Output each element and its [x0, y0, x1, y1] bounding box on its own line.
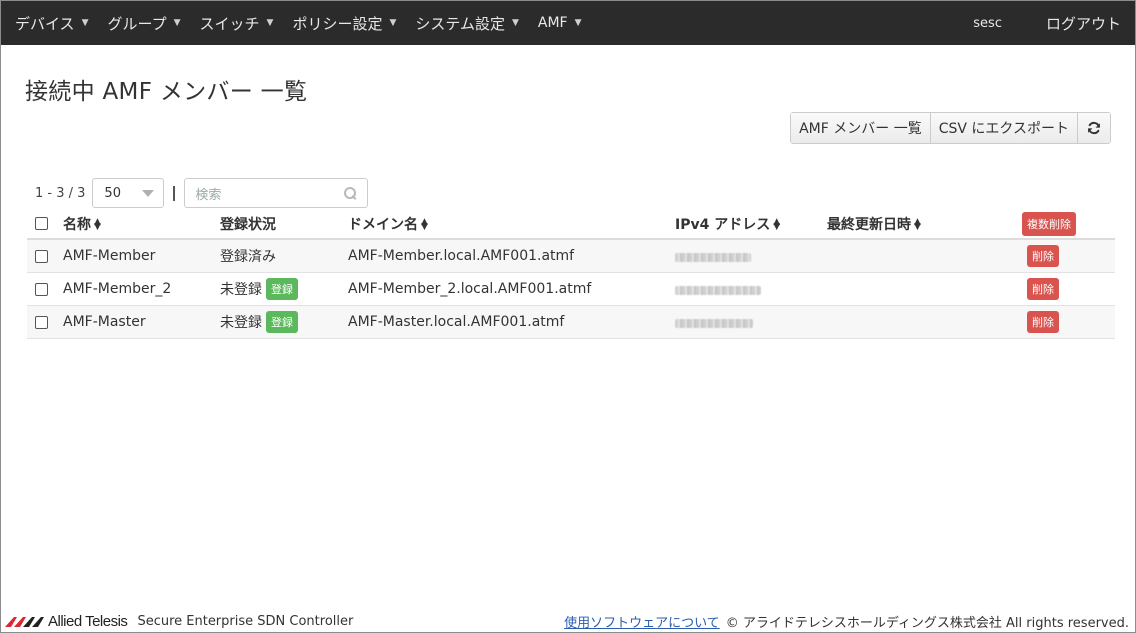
- logout-link[interactable]: ログアウト: [1046, 13, 1121, 34]
- redacted-ip: [675, 285, 761, 295]
- paging-bar: 1 - 3 / 3 50 検索: [35, 178, 369, 208]
- column-domain[interactable]: ドメイン名 ▲ ▼: [348, 214, 428, 234]
- redacted-ip: [675, 318, 753, 328]
- column-name[interactable]: 名称 ▲ ▼: [63, 214, 101, 234]
- page-size-select[interactable]: 50: [92, 178, 165, 208]
- table-row: AMF-Member_2 未登録 登録 AMF-Member_2.local.AM…: [27, 273, 1115, 306]
- allied-telesis-logo: Allied Telesis: [5, 612, 128, 630]
- chevron-down-icon: ▼: [574, 18, 582, 28]
- chevron-down-icon: [142, 189, 155, 197]
- action-cell: 削除: [1022, 245, 1059, 267]
- menu-amf[interactable]: AMF ▼: [538, 1, 592, 45]
- footer-right: 使用ソフトウェアについて © アライドテレシスホールディングス株式会社 All …: [564, 612, 1129, 631]
- search-placeholder: 検索: [195, 187, 222, 203]
- menu-label: ポリシー設定: [292, 14, 383, 33]
- menu-policy[interactable]: ポリシー設定 ▼: [292, 1, 406, 45]
- bulk-delete-button[interactable]: 複数削除: [1022, 211, 1076, 236]
- menu-system[interactable]: システム設定 ▼: [415, 1, 528, 45]
- row-checkbox[interactable]: [35, 282, 48, 296]
- member-status: 登録済み: [220, 246, 276, 266]
- status-text: 未登録: [220, 282, 262, 298]
- member-ip-redacted: [675, 313, 753, 332]
- row-checkbox[interactable]: [35, 315, 48, 329]
- member-domain: AMF-Member_2.local.AMF001.atmf: [348, 281, 592, 297]
- menu-groups[interactable]: グループ ▼: [107, 1, 190, 45]
- software-info-link[interactable]: 使用ソフトウェアについて: [564, 612, 720, 631]
- page-title: 接続中 AMF メンバー 一覧: [25, 79, 308, 105]
- refresh-icon: [1088, 121, 1100, 135]
- refresh-button[interactable]: [1078, 113, 1110, 143]
- column-updated[interactable]: 最終更新日時 ▲ ▼: [827, 214, 921, 234]
- member-name: AMF-Member: [63, 248, 156, 264]
- search-input[interactable]: 検索: [184, 178, 369, 208]
- brand-logo-icon: [5, 617, 44, 627]
- bulk-delete-button-wrap: 複数削除: [1022, 211, 1076, 236]
- sort-icon: ▲ ▼: [94, 216, 101, 232]
- table-row: AMF-Master 未登録 登録 AMF-Master.local.AMF001…: [27, 306, 1115, 339]
- action-cell: 削除: [1022, 278, 1059, 300]
- menu-label: システム設定: [415, 14, 505, 33]
- page-size-value: 50: [104, 185, 121, 201]
- member-name: AMF-Master: [63, 314, 146, 330]
- column-ip-label: IPv4 アドレス: [675, 216, 771, 233]
- delete-button[interactable]: 削除: [1027, 278, 1059, 300]
- column-name-label: 名称: [63, 216, 91, 233]
- menu-label: グループ: [107, 14, 167, 33]
- table-row: AMF-Member 登録済み AMF-Member.local.AMF001.…: [27, 240, 1115, 273]
- column-status: 登録状況: [220, 216, 276, 233]
- member-status: 未登録 登録: [220, 311, 298, 333]
- brand-name: Allied Telesis: [48, 612, 128, 630]
- record-range: 1 - 3 / 3: [35, 185, 86, 201]
- row-checkbox[interactable]: [35, 249, 48, 263]
- member-domain: AMF-Master.local.AMF001.atmf: [348, 314, 565, 330]
- toolbar: AMF メンバー 一覧 CSV にエクスポート: [790, 112, 1111, 144]
- status-text: 未登録: [220, 315, 262, 331]
- register-button[interactable]: 登録: [266, 278, 298, 300]
- chevron-down-icon: ▼: [81, 18, 89, 28]
- chevron-down-icon: ▼: [266, 18, 274, 28]
- member-table: 名称 ▲ ▼ 登録状況 ドメイン名 ▲ ▼ IPv4 アドレス ▲ ▼ 最終更新日時 ▲ ▼ 複…: [27, 209, 1115, 339]
- csv-export-button[interactable]: CSV にエクスポート: [930, 113, 1078, 143]
- sort-icon: ▲ ▼: [421, 216, 428, 232]
- main-menu: デバイス ▼ グループ ▼ スイッチ ▼ ポリシー設定 ▼ システム設定 ▼ AMF ▼: [1, 1, 601, 45]
- menu-label: デバイス: [15, 14, 75, 33]
- copyright: © アライドテレシスホールディングス株式会社 All rights reserv…: [725, 615, 1129, 631]
- member-ip-redacted: [675, 280, 761, 299]
- chevron-down-icon: ▼: [173, 18, 181, 28]
- top-navbar: デバイス ▼ グループ ▼ スイッチ ▼ ポリシー設定 ▼ システム設定 ▼ AMF ▼ s…: [1, 1, 1135, 45]
- delete-button[interactable]: 削除: [1027, 311, 1059, 333]
- member-ip-redacted: [675, 247, 751, 266]
- sort-icon: ▲ ▼: [914, 216, 921, 232]
- sort-icon: ▲ ▼: [773, 216, 781, 232]
- delete-button[interactable]: 削除: [1027, 245, 1059, 267]
- column-ip[interactable]: IPv4 アドレス ▲ ▼: [675, 214, 780, 234]
- username: sesc: [973, 15, 1002, 31]
- redacted-ip: [675, 252, 751, 262]
- divider: [173, 185, 176, 201]
- nav-right: sesc ログアウト: [973, 1, 1135, 45]
- menu-label: スイッチ: [199, 14, 260, 33]
- menu-switches[interactable]: スイッチ ▼: [200, 1, 284, 45]
- amf-member-list-button[interactable]: AMF メンバー 一覧: [791, 113, 931, 143]
- register-button[interactable]: 登録: [266, 311, 298, 333]
- table-header: 名称 ▲ ▼ 登録状況 ドメイン名 ▲ ▼ IPv4 アドレス ▲ ▼ 最終更新日時 ▲ ▼ 複…: [27, 209, 1115, 240]
- product-name: Secure Enterprise SDN Controller: [137, 613, 354, 629]
- member-domain: AMF-Member.local.AMF001.atmf: [348, 248, 575, 264]
- select-all-checkbox[interactable]: [35, 217, 48, 230]
- column-updated-label: 最終更新日時: [827, 216, 911, 233]
- member-name: AMF-Member_2: [63, 281, 172, 297]
- menu-devices[interactable]: デバイス ▼: [15, 1, 98, 45]
- search-icon: [343, 186, 357, 200]
- status-text: 登録済み: [220, 249, 276, 265]
- chevron-down-icon: ▼: [389, 18, 397, 28]
- member-status: 未登録 登録: [220, 278, 298, 300]
- footer: Allied Telesis Secure Enterprise SDN Con…: [1, 609, 1135, 633]
- menu-label: AMF: [537, 15, 568, 31]
- column-domain-label: ドメイン名: [348, 216, 418, 233]
- action-cell: 削除: [1022, 311, 1059, 333]
- chevron-down-icon: ▼: [511, 18, 519, 28]
